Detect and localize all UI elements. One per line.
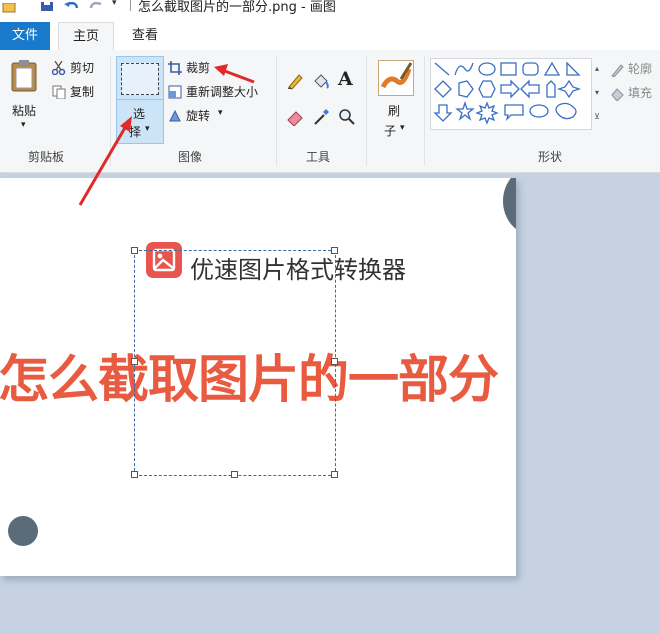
arrow-to-crop <box>214 64 255 84</box>
annotation-arrows <box>78 64 255 206</box>
arrow-to-select <box>78 116 132 206</box>
